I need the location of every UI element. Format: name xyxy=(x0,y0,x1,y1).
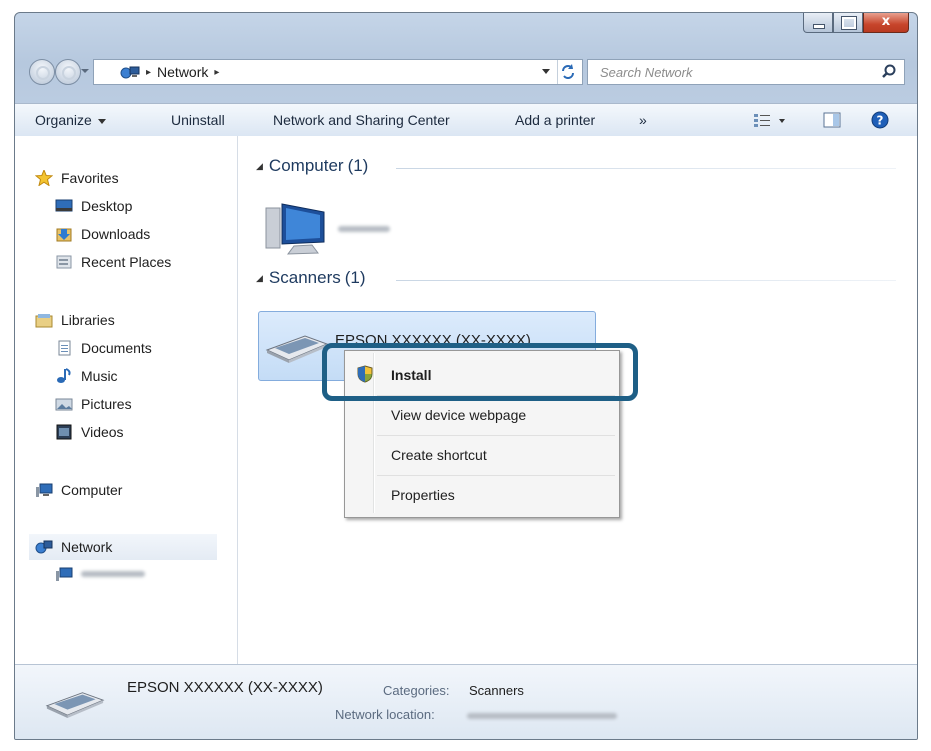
menu-properties[interactable]: Properties xyxy=(391,487,455,503)
group-divider xyxy=(396,280,896,281)
address-bar[interactable]: ▸ Network ▸ xyxy=(93,59,583,85)
more-commands-button[interactable]: » xyxy=(639,112,647,128)
nav-recent-places-label: Recent Places xyxy=(81,254,172,270)
network-sharing-center-button[interactable]: Network and Sharing Center xyxy=(273,112,450,128)
details-categories-value: Scanners xyxy=(469,683,524,698)
nav-desktop-label: Desktop xyxy=(81,198,133,214)
nav-favorites-label: Favorites xyxy=(61,170,119,186)
address-dropdown-arrow[interactable] xyxy=(542,69,550,74)
forward-button[interactable] xyxy=(55,59,81,85)
install-highlight-frame xyxy=(322,343,638,401)
menu-separator xyxy=(377,475,615,476)
menu-view-device-webpage[interactable]: View device webpage xyxy=(391,407,526,423)
downloads-icon xyxy=(56,228,72,242)
pictures-icon xyxy=(55,398,73,411)
nav-network-computer-name-redacted xyxy=(81,571,145,577)
organize-button[interactable]: Organize xyxy=(35,112,106,128)
add-printer-button[interactable]: Add a printer xyxy=(515,112,595,128)
nav-libraries-label: Libraries xyxy=(61,312,115,328)
details-network-location-label: Network location: xyxy=(335,707,435,722)
back-button[interactable] xyxy=(29,59,55,85)
breadcrumb-separator: ▸ xyxy=(146,66,152,78)
chevron-down-icon xyxy=(97,118,106,124)
scanner-icon xyxy=(45,692,105,718)
collapse-triangle-icon: ◢ xyxy=(256,160,263,171)
nav-network-label: Network xyxy=(61,539,113,555)
details-network-location-redacted xyxy=(467,713,617,719)
svg-text:?: ? xyxy=(877,114,884,128)
nav-downloads-label: Downloads xyxy=(81,226,151,242)
group-header-computer[interactable]: ◢ Computer (1) xyxy=(256,156,368,176)
close-button[interactable]: x xyxy=(863,13,909,33)
desktop-icon xyxy=(55,199,73,212)
uninstall-button[interactable]: Uninstall xyxy=(171,112,225,128)
network-icon xyxy=(35,540,53,554)
computer-icon xyxy=(56,567,73,581)
videos-icon xyxy=(56,424,72,440)
computer-item[interactable] xyxy=(264,198,414,262)
search-box[interactable] xyxy=(587,59,905,85)
nav-network[interactable]: Network xyxy=(29,534,217,560)
group-header-scanners[interactable]: ◢ Scanners (1) xyxy=(256,268,366,288)
nav-music-label: Music xyxy=(81,368,118,384)
computer-icon xyxy=(36,483,53,497)
nav-computer-label: Computer xyxy=(61,482,123,498)
preview-pane-icon[interactable] xyxy=(823,112,841,128)
search-icon[interactable] xyxy=(882,64,896,78)
recent-pages-dropdown[interactable] xyxy=(81,69,89,73)
maximize-button[interactable] xyxy=(833,13,863,33)
nav-pictures[interactable]: Pictures xyxy=(55,396,132,412)
nav-downloads[interactable]: Downloads xyxy=(55,226,150,242)
help-icon[interactable]: ? xyxy=(871,111,889,129)
breadcrumb-network[interactable]: Network xyxy=(157,64,208,80)
group-count: (1) xyxy=(344,268,366,287)
computer-name-redacted xyxy=(338,226,390,232)
navigation-pane: Favorites Desktop Downloads Recent Place… xyxy=(15,136,238,664)
search-input[interactable] xyxy=(598,60,882,84)
group-name: Computer xyxy=(268,156,344,175)
details-device-name: EPSON XXXXXX (XX-XXXX) xyxy=(127,679,323,696)
menu-separator xyxy=(377,435,615,436)
nav-desktop[interactable]: Desktop xyxy=(55,198,132,214)
organize-label: Organize xyxy=(35,112,92,128)
collapse-triangle-icon: ◢ xyxy=(256,272,263,283)
documents-icon xyxy=(58,340,71,356)
details-categories-label: Categories: xyxy=(383,683,450,698)
nav-network-computer[interactable] xyxy=(55,566,145,582)
menu-create-shortcut[interactable]: Create shortcut xyxy=(391,447,487,463)
computer-icon xyxy=(265,203,325,255)
view-options-icon[interactable] xyxy=(753,112,789,128)
nav-libraries[interactable]: Libraries xyxy=(35,312,115,328)
libraries-icon xyxy=(35,314,53,328)
scanner-icon xyxy=(265,335,329,363)
group-count: (1) xyxy=(347,156,369,175)
nav-music[interactable]: Music xyxy=(55,368,118,384)
group-divider xyxy=(396,168,896,169)
details-pane: EPSON XXXXXX (XX-XXXX) Categories: Scann… xyxy=(15,664,917,739)
close-icon: x xyxy=(881,14,891,29)
minimize-button[interactable] xyxy=(803,13,833,33)
group-name: Scanners xyxy=(268,268,341,287)
command-bar: Organize Uninstall Network and Sharing C… xyxy=(15,103,917,137)
breadcrumb-trailing-separator[interactable]: ▸ xyxy=(214,67,219,78)
nav-recent-places[interactable]: Recent Places xyxy=(55,254,171,270)
music-icon xyxy=(57,368,71,383)
nav-documents[interactable]: Documents xyxy=(55,340,152,356)
address-divider xyxy=(557,60,558,84)
nav-favorites[interactable]: Favorites xyxy=(35,170,119,186)
caption-buttons: x xyxy=(803,13,909,33)
star-icon xyxy=(35,170,53,186)
nav-documents-label: Documents xyxy=(81,340,152,356)
nav-videos[interactable]: Videos xyxy=(55,424,124,440)
network-icon xyxy=(120,66,140,79)
recent-places-icon xyxy=(56,255,72,269)
refresh-icon[interactable] xyxy=(560,62,576,80)
nav-pictures-label: Pictures xyxy=(81,396,132,412)
nav-computer[interactable]: Computer xyxy=(35,482,122,498)
nav-videos-label: Videos xyxy=(81,424,124,440)
